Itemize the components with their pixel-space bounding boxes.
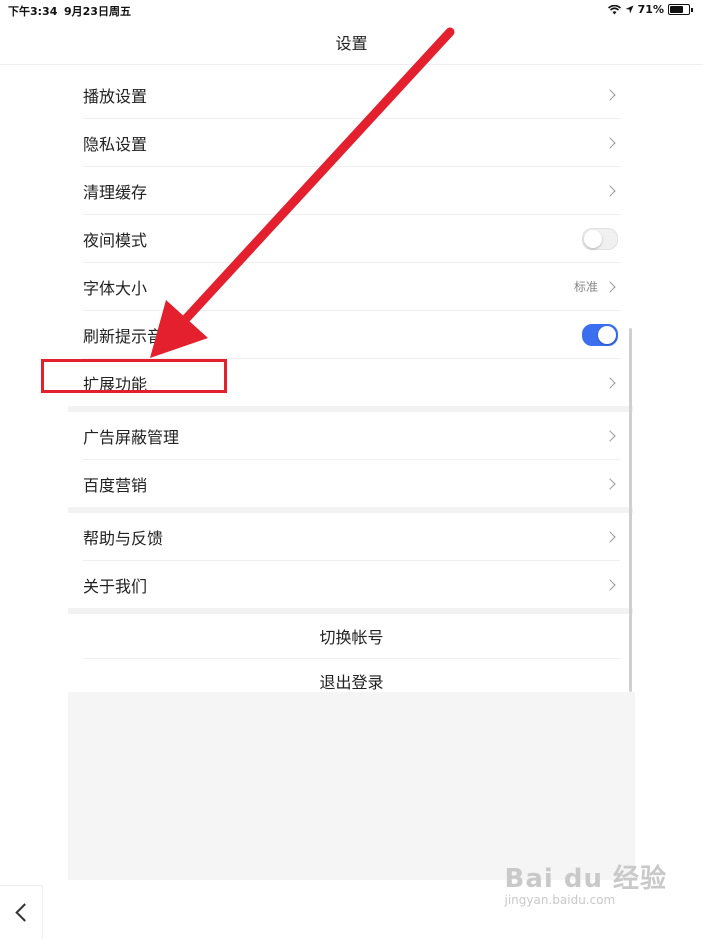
annotation-arrow-icon <box>150 27 455 358</box>
watermark-url: jingyan.baidu.com <box>504 893 616 907</box>
chevron-left-icon <box>14 903 34 922</box>
back-button[interactable] <box>0 885 43 939</box>
watermark: Bai du 经验 jingyan.baidu.com <box>505 858 668 907</box>
watermark-logo: Bai du 经验 <box>504 864 667 894</box>
